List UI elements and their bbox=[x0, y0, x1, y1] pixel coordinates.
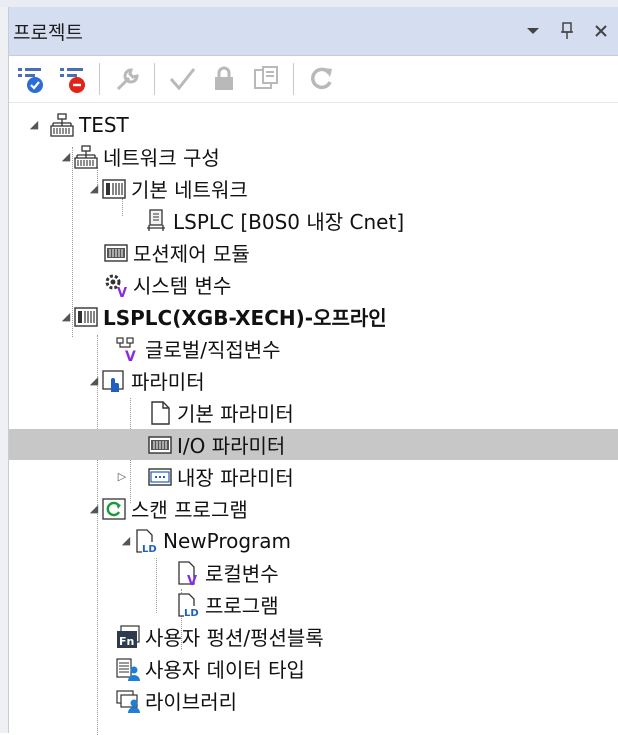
tree-item-library[interactable]: 라이브러리 bbox=[9, 685, 618, 716]
parameter-hand-icon bbox=[101, 368, 127, 394]
tree-item-builtin-parameters[interactable]: ▷ 내장 파라미터 bbox=[9, 461, 618, 492]
tree-item-label: LSPLC(XGB-XECH)-오프라인 bbox=[103, 306, 387, 330]
scan-program-icon bbox=[101, 496, 127, 522]
tree-item-label: 파라미터 bbox=[131, 370, 205, 394]
disconnect-icon[interactable] bbox=[55, 62, 89, 96]
left-edge bbox=[0, 7, 9, 733]
tree-item-basic-network[interactable]: ◢ 기본 네트워크 bbox=[9, 173, 618, 204]
tree-item-label: 기본 네트워크 bbox=[131, 178, 248, 202]
lock-icon[interactable] bbox=[207, 62, 241, 96]
local-variable-icon: V bbox=[175, 560, 201, 589]
svg-text:V: V bbox=[125, 349, 136, 362]
expanded-arrow-icon[interactable]: ◢ bbox=[87, 182, 101, 196]
plc-rack-icon bbox=[101, 176, 127, 202]
tree-item-label: 사용자 펑션/펑션블록 bbox=[145, 626, 324, 650]
tree-item-local-variables[interactable]: V 로컬변수 bbox=[9, 557, 618, 589]
expanded-arrow-icon[interactable]: ◢ bbox=[59, 150, 73, 164]
tree-item-label: I/O 파라미터 bbox=[177, 434, 286, 458]
project-icon bbox=[49, 112, 75, 138]
io-module-icon bbox=[147, 432, 173, 458]
project-toolbar bbox=[9, 56, 618, 103]
collapsed-arrow-icon[interactable]: ▷ bbox=[115, 470, 129, 484]
panel-title: 프로젝트 bbox=[13, 21, 83, 44]
tree-item-label: 라이브러리 bbox=[145, 690, 237, 714]
check-icon[interactable] bbox=[165, 62, 199, 96]
tree-item-label: TEST bbox=[79, 112, 129, 137]
chevron-down-icon[interactable] bbox=[516, 16, 550, 46]
expanded-arrow-icon[interactable]: ◢ bbox=[87, 502, 101, 516]
svg-text:Fn: Fn bbox=[119, 635, 134, 648]
pin-icon[interactable] bbox=[550, 16, 584, 46]
tree-item-label: 모션제어 모듈 bbox=[133, 242, 250, 266]
tree-item-scan-program[interactable]: ◢ 스캔 프로그램 bbox=[9, 493, 618, 524]
tree-item-label: NewProgram bbox=[163, 528, 292, 553]
global-variable-icon: V bbox=[115, 336, 141, 365]
tree-item-program[interactable]: LD 프로그램 bbox=[9, 589, 618, 620]
tree-item-user-functions[interactable]: Fn 사용자 펑션/펑션블록 bbox=[9, 621, 618, 652]
svg-text:LD: LD bbox=[142, 544, 157, 554]
library-icon bbox=[115, 688, 141, 714]
svg-text:LD: LD bbox=[184, 608, 199, 618]
tree-item-label: 내장 파라미터 bbox=[177, 466, 294, 490]
tree-item-lsplc-offline[interactable]: ◢ LSPLC(XGB-XECH)-오프라인 bbox=[9, 301, 618, 332]
project-panel: 프로젝트 ◢ TEST ◢ 네트워크 구성 ◢ 기본 네트워크 LSPLC [B… bbox=[9, 7, 618, 735]
network-icon bbox=[73, 144, 99, 170]
tree-item-basic-parameters[interactable]: 기본 파라미터 bbox=[9, 397, 618, 428]
tree-item-label: 로컬변수 bbox=[205, 562, 279, 586]
toolbar-separator bbox=[154, 63, 155, 95]
window-icon[interactable] bbox=[249, 62, 283, 96]
svg-text:V: V bbox=[117, 286, 127, 298]
close-icon[interactable] bbox=[584, 16, 618, 46]
gear-variable-icon: V bbox=[103, 272, 129, 301]
ld-program-icon: LD bbox=[175, 592, 201, 619]
tree-item-global-variables[interactable]: V 글로벌/직접변수 bbox=[9, 333, 618, 365]
device-icon bbox=[143, 208, 169, 234]
toolbar-separator bbox=[99, 63, 100, 95]
tree-item-network-config[interactable]: ◢ 네트워크 구성 bbox=[9, 141, 618, 172]
document-icon bbox=[147, 400, 173, 426]
tree-item-system-variables[interactable]: V 시스템 변수 bbox=[9, 269, 618, 301]
panel-titlebar: 프로젝트 bbox=[9, 7, 618, 56]
plc-rack-icon bbox=[73, 304, 99, 330]
tree-item-label: 시스템 변수 bbox=[133, 274, 232, 298]
expanded-arrow-icon[interactable]: ◢ bbox=[27, 118, 41, 132]
connect-icon[interactable] bbox=[13, 62, 47, 96]
builtin-module-icon bbox=[147, 464, 173, 490]
refresh-icon[interactable] bbox=[304, 62, 338, 96]
tree-item-label: 글로벌/직접변수 bbox=[145, 338, 281, 362]
tree-item-user-data-types[interactable]: 사용자 데이터 타입 bbox=[9, 653, 618, 684]
module-icon bbox=[103, 240, 129, 266]
wrench-icon[interactable] bbox=[110, 62, 144, 96]
svg-text:V: V bbox=[187, 574, 197, 586]
tree-item-io-parameters[interactable]: I/O 파라미터 bbox=[9, 429, 618, 460]
tree-item-label: LSPLC [B0S0 내장 Cnet] bbox=[173, 210, 405, 234]
function-block-icon: Fn bbox=[115, 624, 141, 650]
toolbar-separator bbox=[293, 63, 294, 95]
tree-item-test[interactable]: ◢ TEST bbox=[9, 109, 618, 140]
tree-item-parameters[interactable]: ◢ 파라미터 bbox=[9, 365, 618, 396]
expanded-arrow-icon[interactable]: ◢ bbox=[59, 310, 73, 324]
tree-item-label: 네트워크 구성 bbox=[103, 146, 220, 170]
tree-item-label: 스캔 프로그램 bbox=[131, 498, 248, 522]
tree-item-label: 사용자 데이터 타입 bbox=[145, 658, 305, 682]
tree-item-lsplc-cnet[interactable]: LSPLC [B0S0 내장 Cnet] bbox=[9, 205, 618, 236]
tree-item-newprogram[interactable]: ◢ LD NewProgram bbox=[9, 525, 618, 556]
ld-program-icon: LD bbox=[133, 528, 159, 555]
user-data-type-icon bbox=[115, 656, 141, 682]
tree-item-motion-module[interactable]: 모션제어 모듈 bbox=[9, 237, 618, 268]
expanded-arrow-icon[interactable]: ◢ bbox=[119, 534, 133, 548]
tree-item-label: 기본 파라미터 bbox=[177, 402, 294, 426]
tree-item-label: 프로그램 bbox=[205, 594, 279, 618]
expanded-arrow-icon[interactable]: ◢ bbox=[87, 374, 101, 388]
